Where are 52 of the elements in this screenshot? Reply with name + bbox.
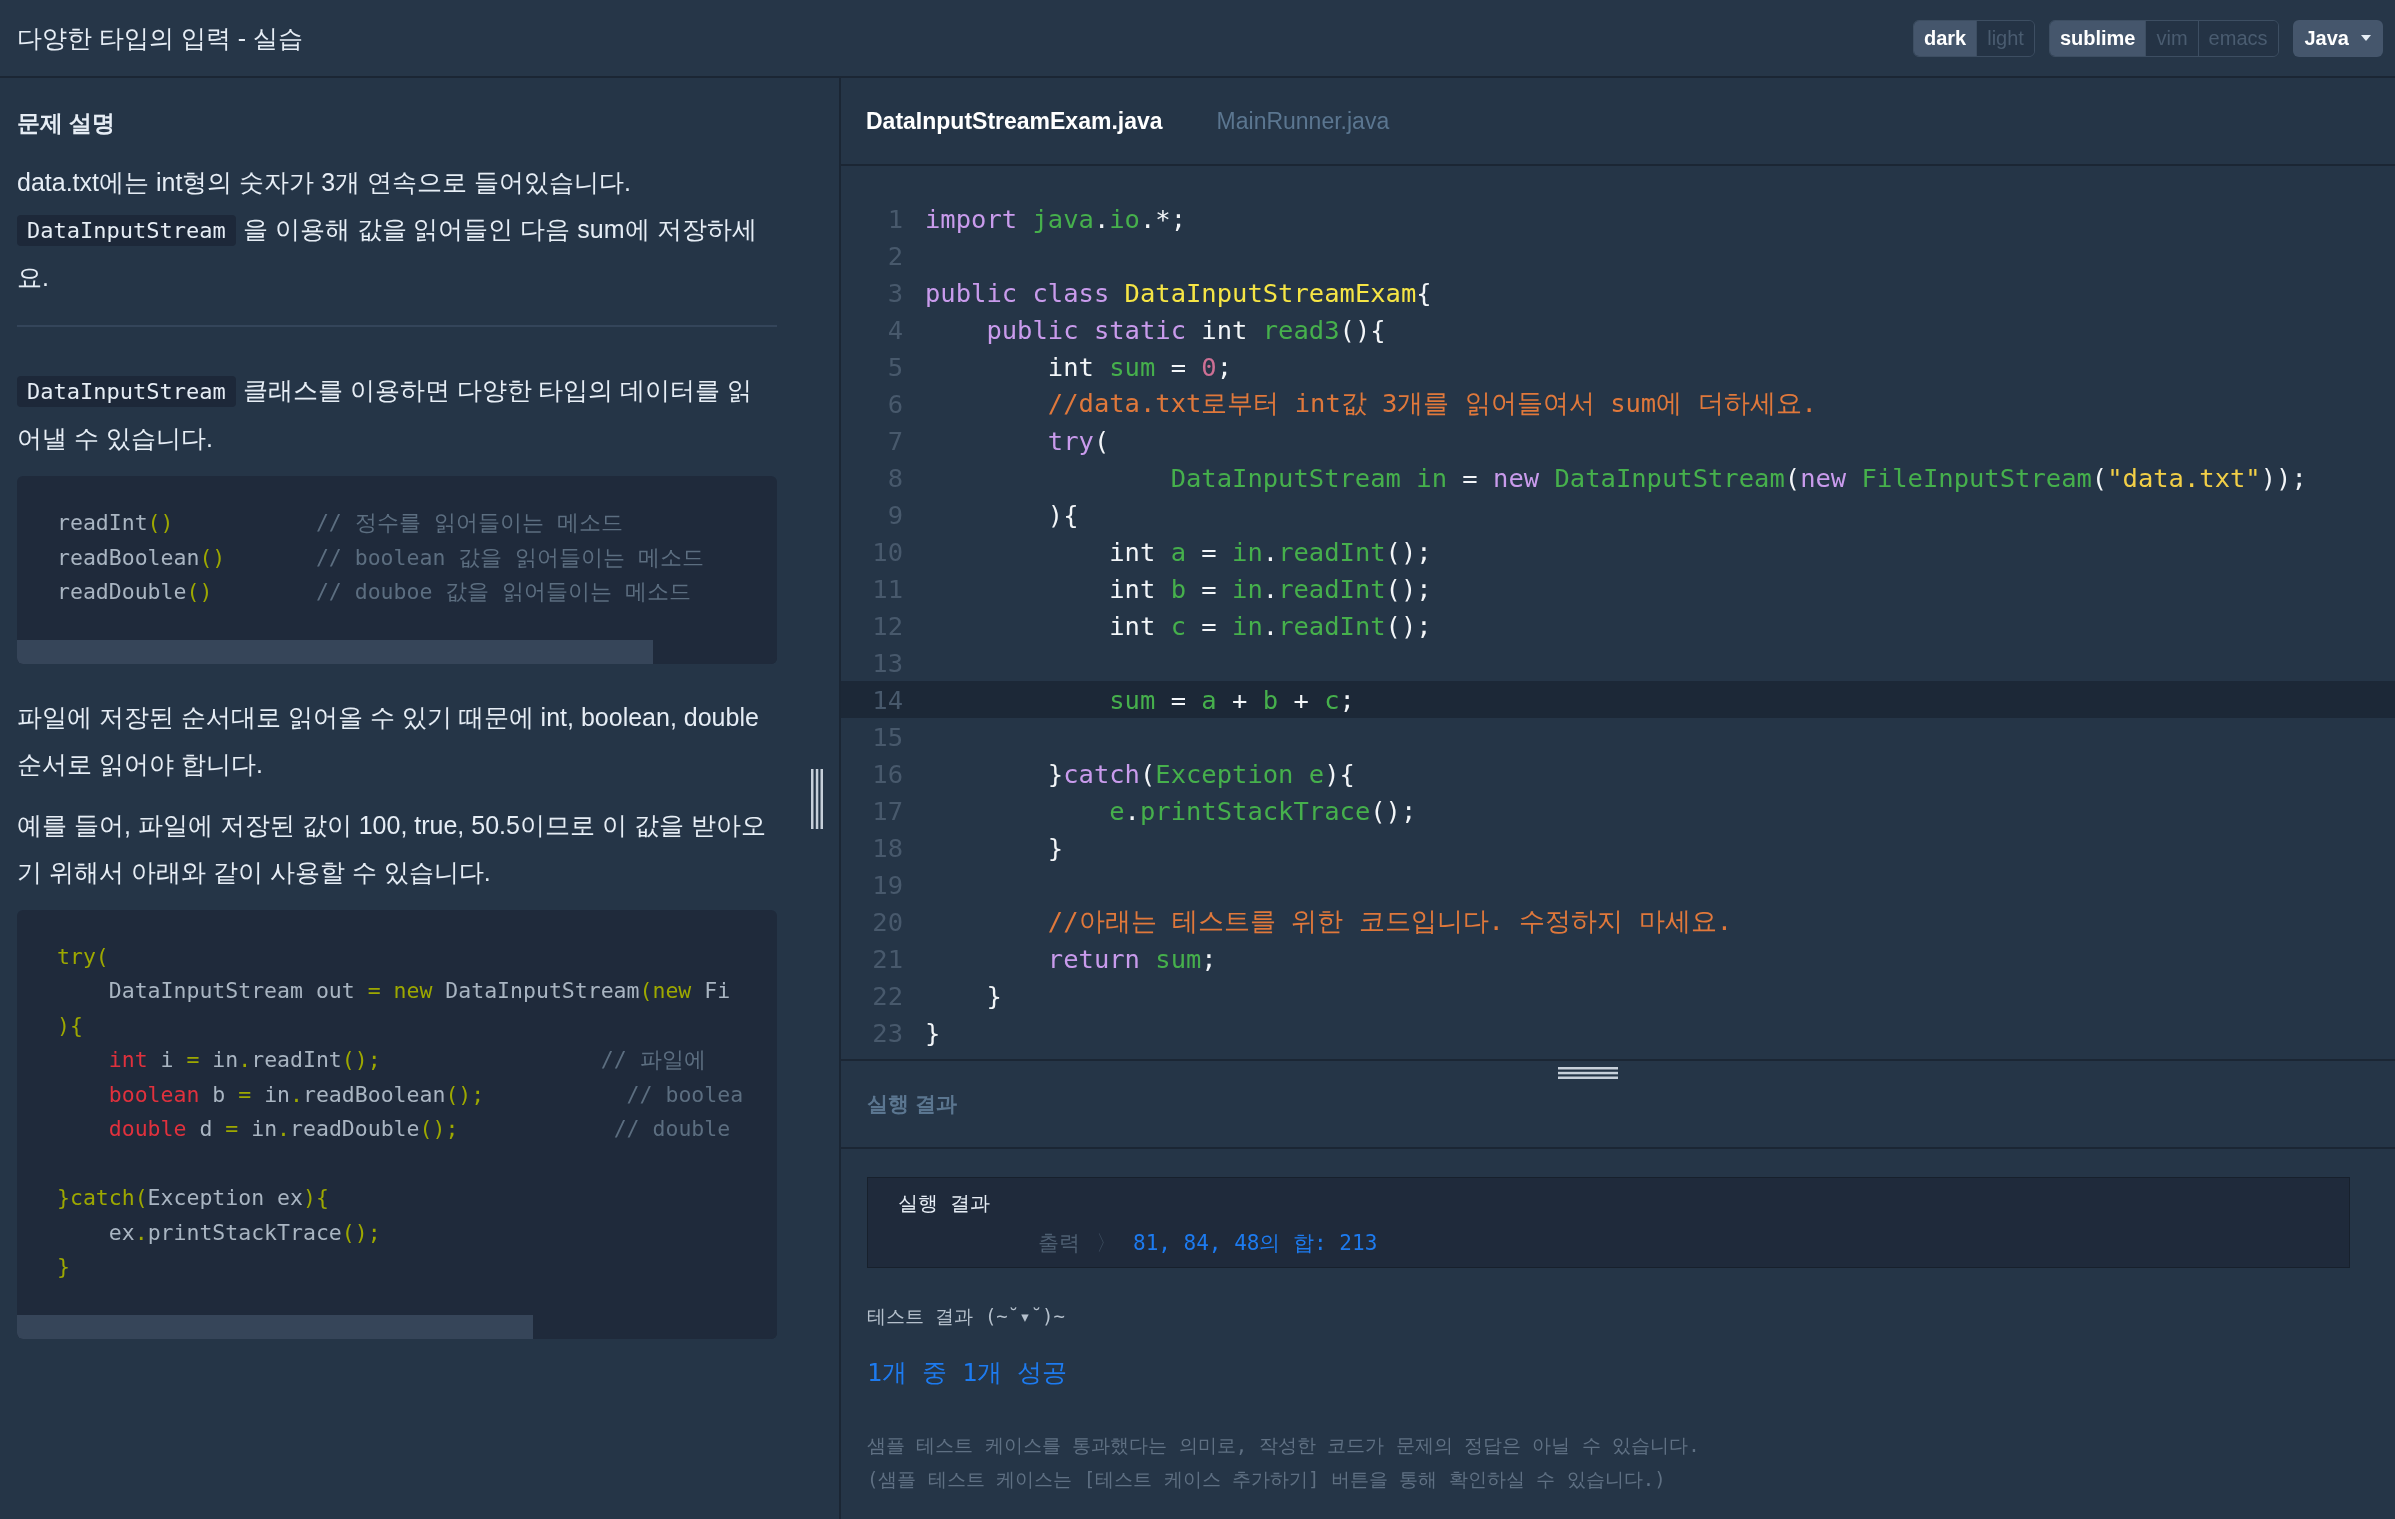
test-result-title: 테스트 결과 (~˘▾˘)~ [867,1304,1066,1329]
caret-icon [2361,35,2371,41]
code-line: ){ [57,1012,83,1038]
code-line: DataInputStream in = new DataInputStream(new FileInputStream("data.txt")); [1169,462,2307,493]
code-line: int sum = 0; [1046,351,1233,382]
code-line: }catch(Exception ex){ [57,1185,329,1210]
code-line: public class DataInputStreamExam{ [925,277,1432,308]
code-line: e.printStackTrace(); [1108,795,1417,826]
code-line: try( [57,943,109,969]
code-line: readInt() // 정수를 읽어들이는 메소드 [57,510,623,535]
code-line: } [985,980,1002,1011]
code-line: int c = in.readInt(); [1108,610,1432,641]
code-line: }catch(Exception e){ [1046,758,1355,789]
paragraph: 예를 들어, 파일에 저장된 값이 100, true, 50.5이므로 이 값을 받아오기 위해서 아래와 같이 사용할 수 있습니다. [17,809,767,888]
section-heading: 실행 결과 [867,1091,957,1117]
code-line: readBoolean() // boolean 값을 읽어들이는 메소드 [57,544,705,570]
code-line: double d = in.readDouble(); // double [107,1116,731,1141]
paragraph: DataInputStream 클래스를 이용하면 다양한 타입의 데이터를 읽어낼 수 있습니다. [17,375,754,454]
code-line: import java.io.*; [925,203,1187,234]
page-title: 다양한 타입의 입력 - 실습 [17,22,304,54]
code-line: boolean b = in.readBoolean(); // boolea [107,1081,744,1107]
code-line: public static int read3(){ [985,314,1386,345]
code-line: sum = a + b + c; [1108,684,1355,715]
code-line: //data.txt로부터 int값 3개를 읽어들여서 sum에 더하세요. [1046,387,1817,420]
code-line: //아래는 테스트를 위한 코드입니다. 수정하지 마세요. [1046,905,1732,938]
code-line: return sum; [1046,943,1217,974]
test-summary: 1개 중 1개 성공 [867,1357,1069,1389]
language-dropdown[interactable]: Java [2292,19,2383,57]
theme-option[interactable]: dark [1913,20,1977,56]
code-line: } [925,1017,941,1048]
code-line: } [1046,832,1064,863]
code-line: try( [1046,425,1110,456]
code-line: int a = in.readInt(); [1108,536,1432,567]
keymap-option[interactable]: sublime [2049,20,2146,56]
note-text: (샘플 테스트 케이스는 [테스트 케이스 추가하기] 버튼을 통해 확인하실 수 있습니다.) [867,1467,1667,1492]
code-line: ex.printStackTrace(); [107,1219,381,1245]
code-line: int b = in.readInt(); [1108,573,1432,604]
output-text: 81, 84, 48의 합: 213 [1133,1230,1378,1257]
file-tab[interactable]: DataInputStreamExam.java [866,99,1163,143]
resize-handle[interactable] [809,768,824,829]
code-line: readDouble() // douboe 값을 읽어들이는 메소드 [57,579,692,604]
code-line: int i = in.readInt(); // 파일에 [107,1047,706,1072]
code-line: ){ [1046,499,1079,530]
note-text: 샘플 테스트 케이스를 통과했다는 의미로, 작성한 코드가 문제의 정답은 아닐 수 있습니다. [867,1433,1701,1458]
code-line: } [57,1254,70,1279]
resize-handle[interactable] [1558,1067,1618,1079]
code-line: DataInputStream out = new DataInputStream(new Fi [107,978,731,1003]
prompt-arrow: 〉 [1096,1230,1117,1257]
paragraph: data.txt에는 int형의 숫자가 3개 연속으로 들어있습니다. DataInputStream 을 이용해 값을 읽어들인 다음 sum에 저장하세요. [17,167,758,293]
console-title: 실행 결과 [898,1190,992,1217]
paragraph: 파일에 저장된 순서대로 읽어올 수 있기 때문에 int, boolean, double 순서로 읽어야 합니다. [17,701,760,780]
section-heading: 문제 설명 [17,109,117,138]
